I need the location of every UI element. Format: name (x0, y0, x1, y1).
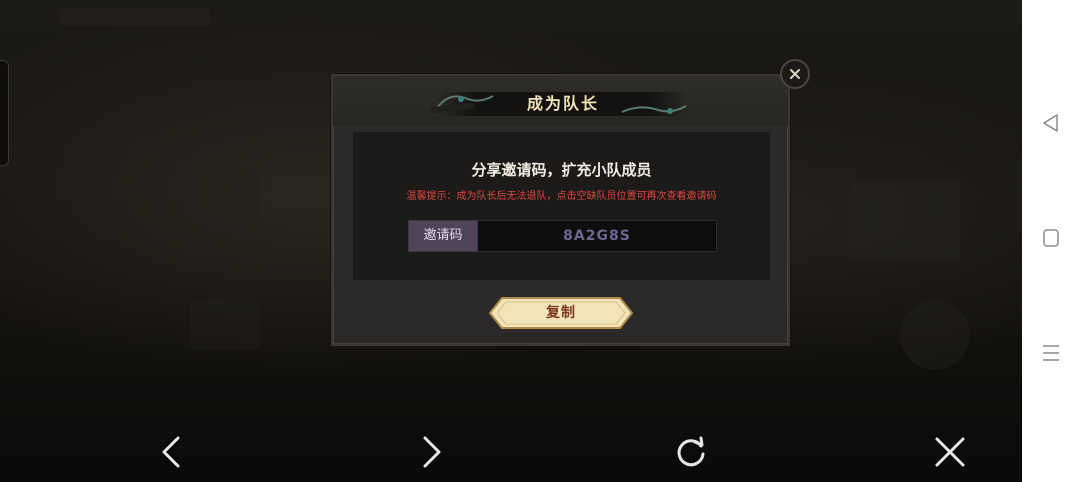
game-top-bar (60, 8, 210, 26)
game-deco (850, 180, 960, 260)
invite-code-value[interactable]: 8A2G8S (478, 220, 717, 252)
refresh-icon (677, 436, 705, 467)
invite-code-row: 邀请码 8A2G8S (408, 220, 717, 252)
dialog-close-button[interactable] (780, 59, 810, 89)
become-captain-dialog: 成为队长 分享邀请码，扩充小队成员 温馨提示：成为队长后无法退队，点击空缺队员位… (331, 74, 790, 346)
copy-button[interactable]: 复制 (488, 296, 634, 330)
side-handle[interactable] (0, 60, 9, 166)
close-icon (790, 69, 800, 79)
hint-text: 温馨提示：成为队长后无法退队，点击空缺队员位置可再次查看邀请码 (406, 191, 717, 202)
triangle-back-icon[interactable] (1040, 112, 1062, 134)
game-deco (900, 300, 970, 370)
back-icon (162, 436, 180, 468)
refresh-button[interactable] (671, 432, 711, 472)
close-page-button[interactable] (930, 432, 970, 472)
game-deco (190, 300, 260, 350)
forward-icon (423, 436, 441, 468)
invite-code-label: 邀请码 (408, 220, 478, 252)
close-icon (935, 437, 965, 467)
dialog-subtitle: 分享邀请码，扩充小队成员 (471, 161, 652, 179)
game-deco (170, 170, 260, 250)
forward-button[interactable] (411, 432, 451, 472)
menu-icon[interactable] (1040, 342, 1062, 364)
content-panel: 分享邀请码，扩充小队成员 温馨提示：成为队长后无法退队，点击空缺队员位置可再次查… (353, 132, 770, 280)
back-button[interactable] (152, 432, 192, 472)
copy-button-label: 复制 (546, 305, 576, 321)
dialog-title: 成为队长 (526, 94, 599, 113)
square-home-icon[interactable] (1040, 227, 1062, 249)
dialog-header: 成为队长 (333, 76, 788, 126)
